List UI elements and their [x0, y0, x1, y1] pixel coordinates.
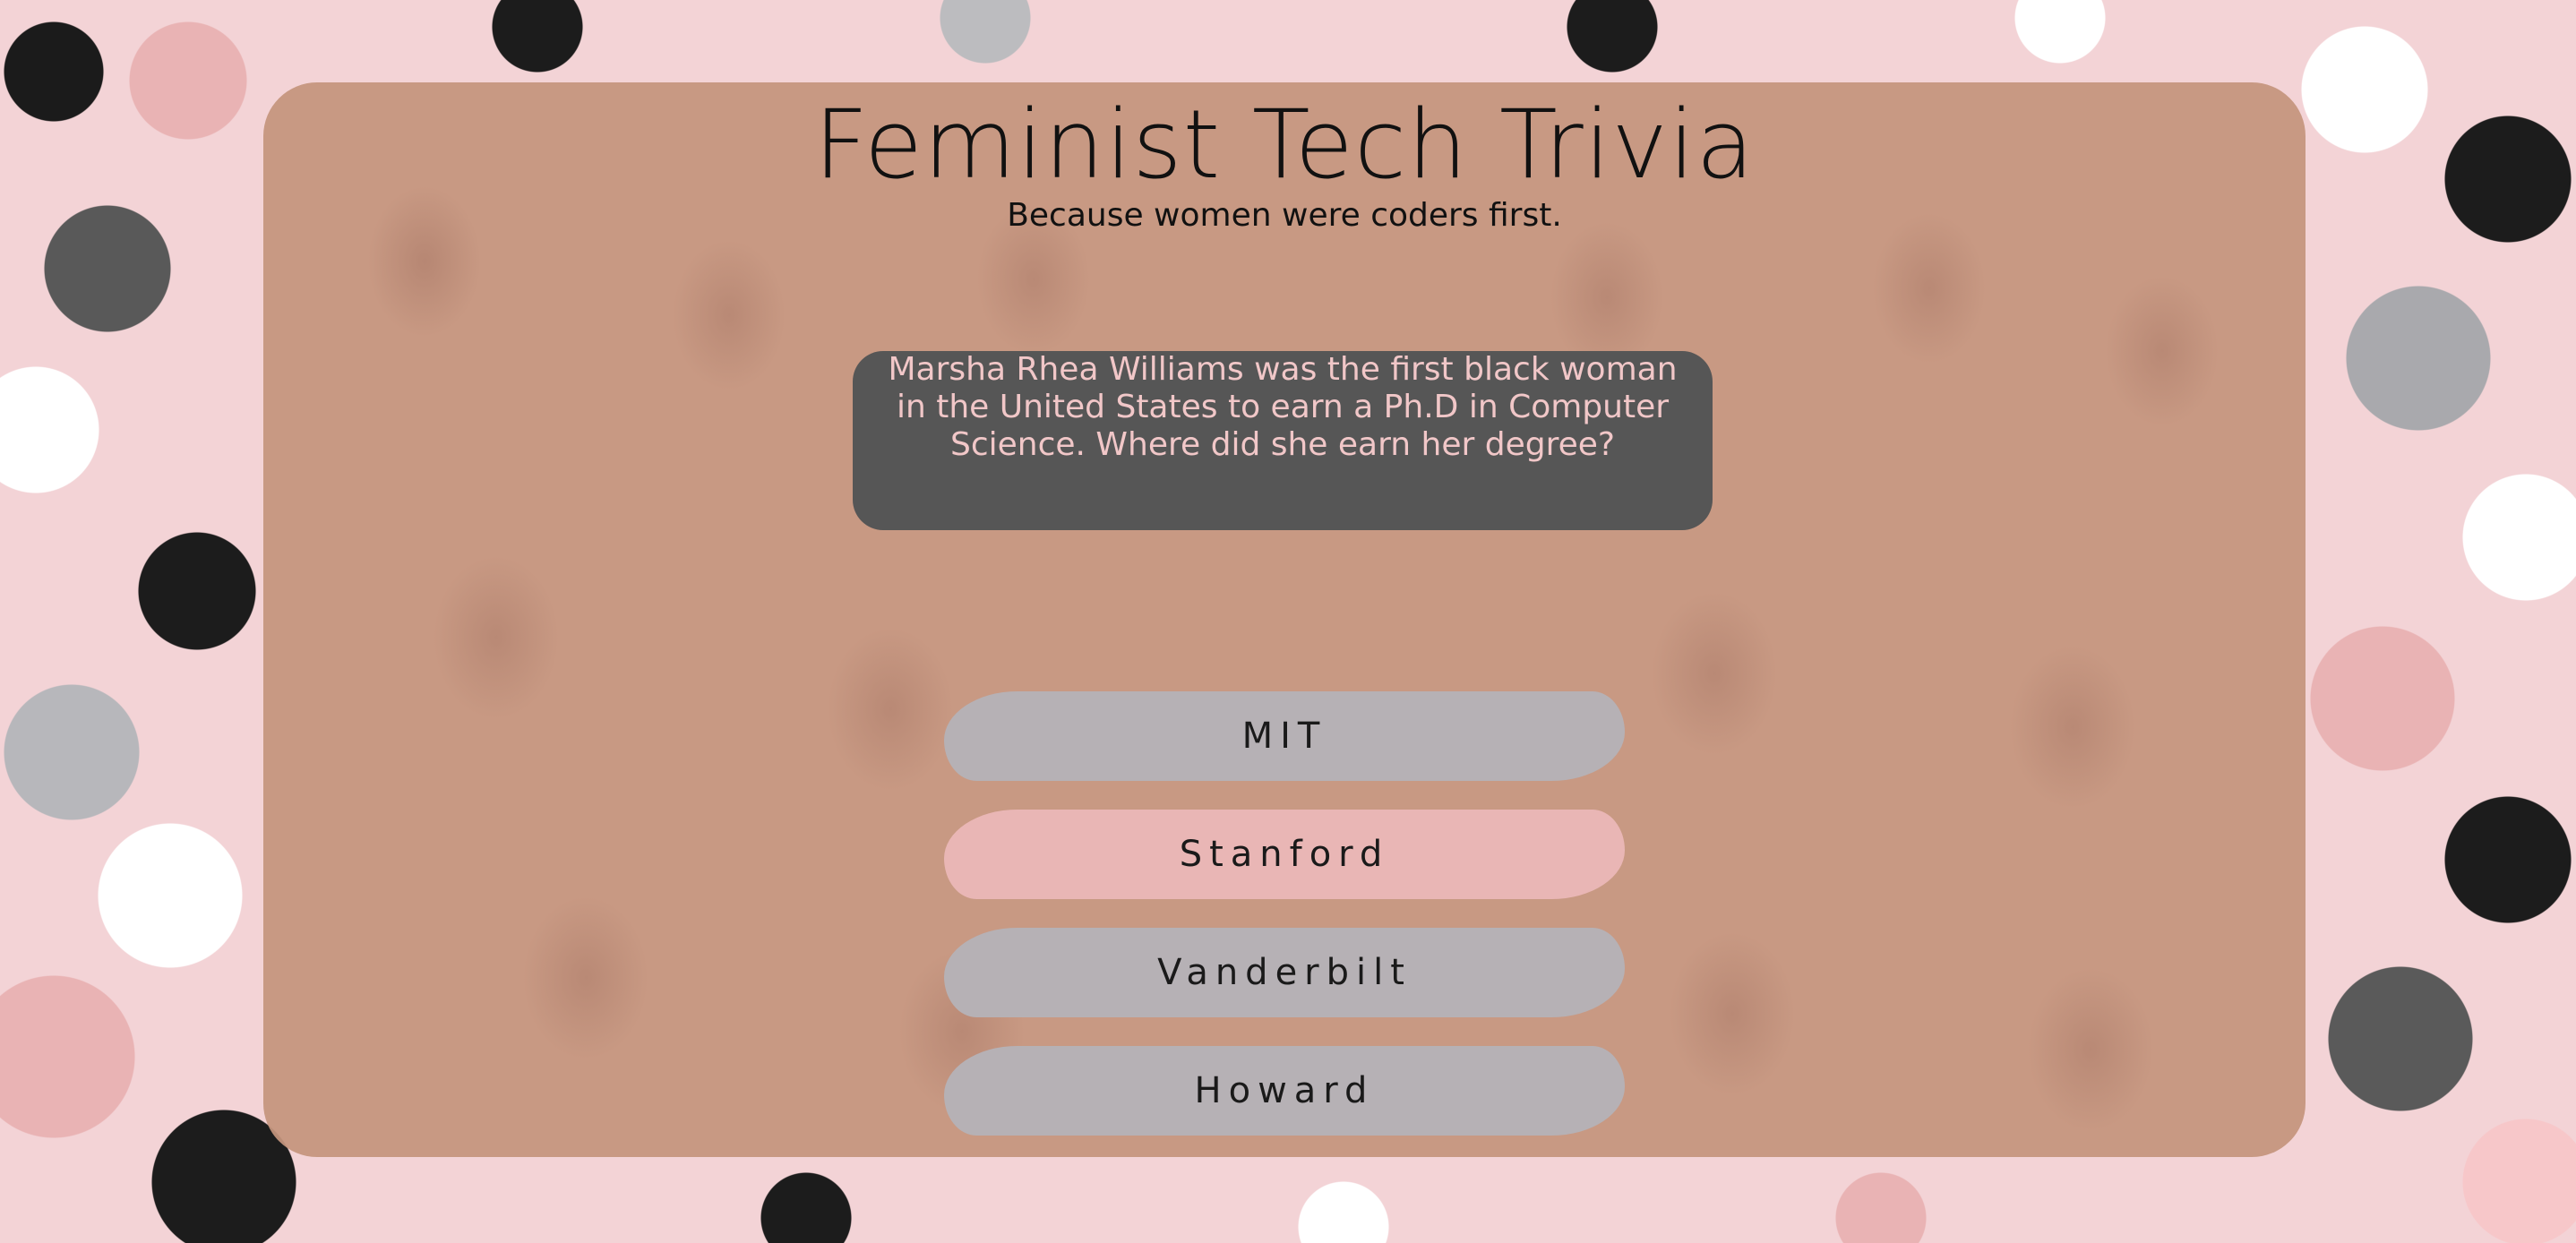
background: Feminist Tech Trivia Because women were … — [0, 0, 2576, 1243]
question-text: Marsha Rhea Williams was the first black… — [888, 351, 1678, 463]
answer-button-stanford[interactable]: Stanford — [944, 810, 1625, 899]
answer-button-mit[interactable]: MIT — [944, 691, 1625, 781]
page-subtitle: Because women were coders first. — [1007, 197, 1562, 234]
question-box: Marsha Rhea Williams was the first black… — [853, 351, 1713, 530]
answer-button-vanderbilt[interactable]: Vanderbilt — [944, 928, 1625, 1017]
page-title: Feminist Tech Trivia — [813, 90, 1756, 200]
answer-button-howard[interactable]: Howard — [944, 1046, 1625, 1136]
trivia-card: Feminist Tech Trivia Because women were … — [263, 82, 2306, 1157]
